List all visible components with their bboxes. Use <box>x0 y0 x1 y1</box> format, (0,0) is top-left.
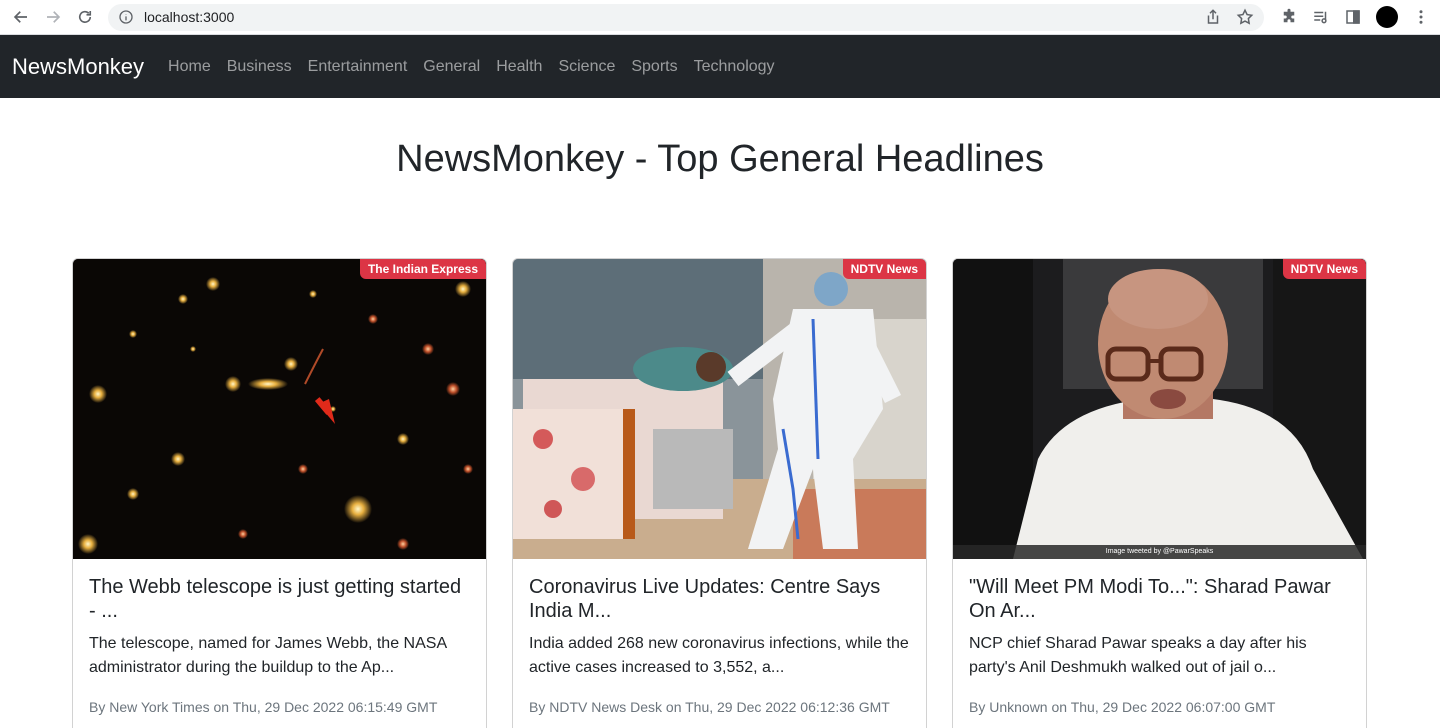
card-body: The Webb telescope is just getting start… <box>73 559 486 728</box>
url-text[interactable]: localhost:3000 <box>144 9 1204 25</box>
news-card: NDTV News Coronavirus Live Updates: Cent… <box>512 258 927 728</box>
extensions-puzzle-icon[interactable] <box>1280 8 1298 26</box>
galaxy-field-picture <box>73 259 486 559</box>
news-card: NDTV News Image tweeted by @PawarSpeaks … <box>952 258 1367 728</box>
app-navbar: NewsMonkey Home Business Entertainment G… <box>0 35 1440 98</box>
bookmark-star-icon[interactable] <box>1236 8 1254 26</box>
card-body: Coronavirus Live Updates: Centre Says In… <box>513 559 926 728</box>
nav-link-health[interactable]: Health <box>488 58 550 76</box>
card-author-date: By Unknown on Thu, 29 Dec 2022 06:07:00 … <box>969 699 1276 715</box>
card-title[interactable]: Coronavirus Live Updates: Centre Says In… <box>529 575 910 623</box>
more-menu-icon[interactable] <box>1412 8 1430 26</box>
news-card: The Indian Express The Webb telescope is… <box>72 258 487 728</box>
news-image-covid[interactable]: NDTV News <box>513 259 926 559</box>
nav-link-science[interactable]: Science <box>550 58 623 76</box>
card-description: The telescope, named for James Webb, the… <box>89 635 447 676</box>
forward-arrow-icon[interactable] <box>42 6 64 28</box>
nav-link-technology[interactable]: Technology <box>686 58 783 76</box>
page-title: NewsMonkey - Top General Headlines <box>396 138 1044 180</box>
nav-link-entertainment[interactable]: Entertainment <box>300 58 416 76</box>
reload-icon[interactable] <box>74 6 96 28</box>
nav-link-home[interactable]: Home <box>160 58 219 76</box>
card-description: India added 268 new coronavirus infectio… <box>529 635 909 676</box>
nav-link-business[interactable]: Business <box>219 58 300 76</box>
nav-links: Home Business Entertainment General Heal… <box>160 58 783 76</box>
source-badge: The Indian Express <box>359 259 486 279</box>
back-arrow-icon[interactable] <box>10 6 32 28</box>
card-title[interactable]: "Will Meet PM Modi To...": Sharad Pawar … <box>969 575 1350 623</box>
image-caption: Image tweeted by @PawarSpeaks <box>953 545 1366 559</box>
news-image-space[interactable]: The Indian Express <box>73 259 486 559</box>
card-description: NCP chief Sharad Pawar speaks a day afte… <box>969 635 1307 676</box>
profile-avatar[interactable] <box>1376 6 1398 28</box>
politician-portrait-picture <box>953 259 1366 559</box>
source-badge: NDTV News <box>842 259 926 279</box>
health-worker-picture <box>513 259 926 559</box>
card-author-date: By NDTV News Desk on Thu, 29 Dec 2022 06… <box>529 699 890 715</box>
card-author-date: By New York Times on Thu, 29 Dec 2022 06… <box>89 699 438 715</box>
share-icon[interactable] <box>1204 8 1222 26</box>
browser-toolbar: localhost:3000 <box>0 0 1440 35</box>
nav-link-general[interactable]: General <box>415 58 488 76</box>
brand-logo[interactable]: NewsMonkey <box>12 54 144 80</box>
source-badge: NDTV News <box>1282 259 1366 279</box>
card-title[interactable]: The Webb telescope is just getting start… <box>89 575 470 623</box>
card-body: "Will Meet PM Modi To...": Sharad Pawar … <box>953 559 1366 728</box>
news-card-grid: The Indian Express The Webb telescope is… <box>0 258 1440 728</box>
address-bar[interactable]: localhost:3000 <box>108 3 1264 31</box>
media-queue-icon[interactable] <box>1312 8 1330 26</box>
nav-link-sports[interactable]: Sports <box>623 58 685 76</box>
side-panel-icon[interactable] <box>1344 8 1362 26</box>
site-info-icon[interactable] <box>118 9 134 25</box>
news-image-pawar[interactable]: NDTV News Image tweeted by @PawarSpeaks <box>953 259 1366 559</box>
